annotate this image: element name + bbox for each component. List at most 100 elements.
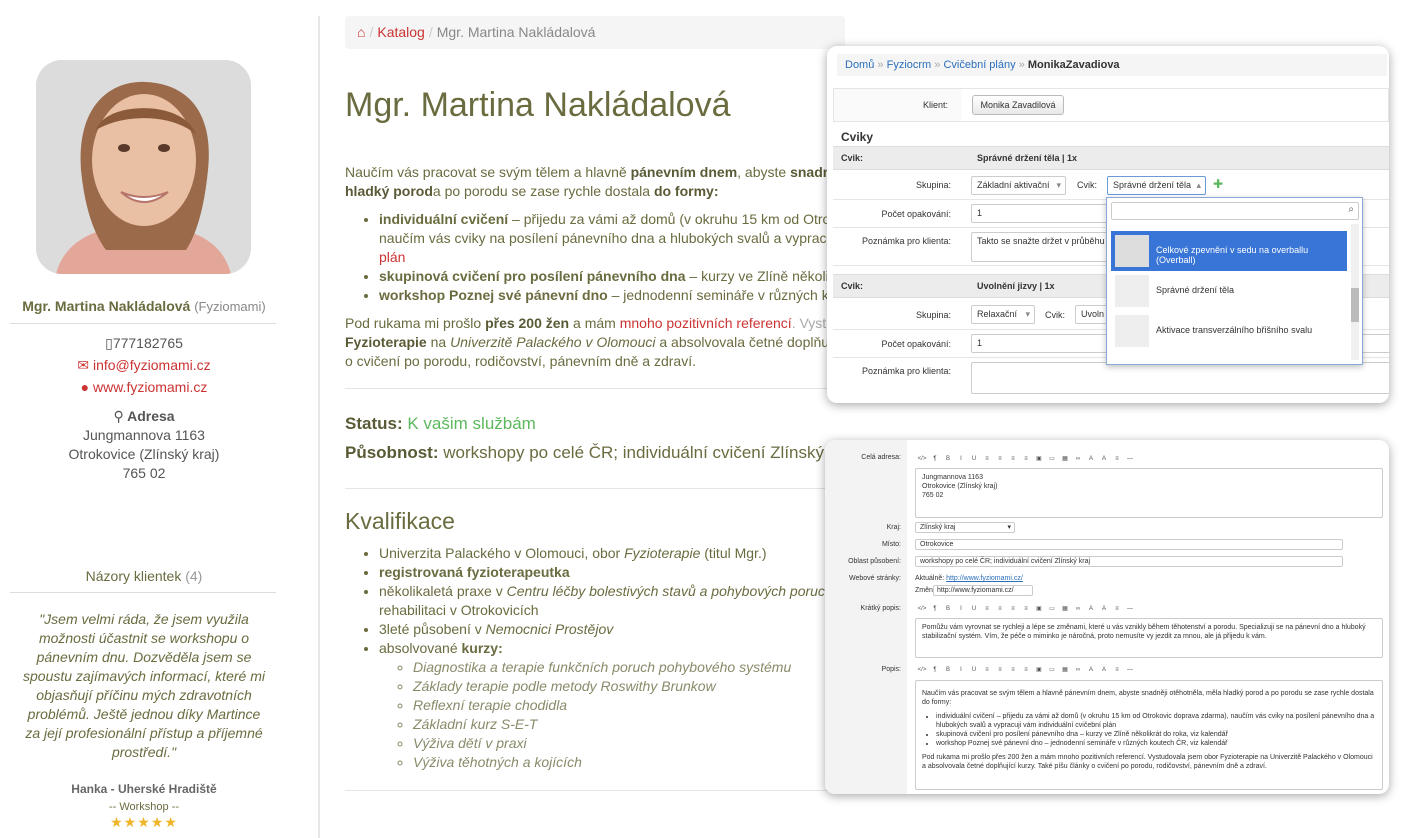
txt: individuální cvičení [379, 211, 509, 227]
profile-org: (Fyziomami) [194, 299, 266, 314]
dropdown-option[interactable]: Aktivace transverzálního břišního svalu [1111, 311, 1347, 351]
note-textarea[interactable]: Takto se snažte držet v průběhu c [971, 232, 1111, 262]
note-textarea-2[interactable] [971, 362, 1389, 394]
exercise-thumbnail [1115, 235, 1149, 267]
reps-input[interactable]: 1 [971, 204, 1111, 223]
group-label: Skupina: [915, 180, 951, 190]
cvik-label: Cvik: [1077, 180, 1097, 190]
txt: Centru léčby bolestivých stavů a pohybov… [506, 583, 833, 599]
option-label: Celkové zpevnění v sedu na overballu (Ov… [1156, 245, 1309, 265]
intro-line-1: Naučím vás pracovat se svým tělem a hlav… [345, 163, 865, 182]
service-list: individuální cvičení – přijedu za vámi a… [379, 210, 869, 305]
plan-link[interactable]: plán [379, 249, 405, 265]
group-select-2[interactable]: Relaxační ▾ [971, 305, 1035, 324]
dropdown-search-input[interactable]: ⌕ [1111, 202, 1359, 220]
web-cur-link[interactable]: http://www.fyziomami.cz/ [946, 575, 1023, 582]
popis-item: skupinová cvičení pro posílení pánevního… [936, 730, 1376, 739]
intro-line-5: o cvičení po porodu, rodičovství, pánevn… [345, 353, 696, 369]
crm-bc-fyziocrm[interactable]: Fyziocrm [887, 59, 932, 71]
popis-item: individuální cvičení – přijedu za vámi a… [936, 712, 1376, 730]
txt: Pod rukama mi prošlo [345, 315, 486, 331]
group-select[interactable]: Základní aktivační ▾ [971, 176, 1066, 195]
intro-line-2: hladký poroda po porodu se zase rychle d… [345, 182, 865, 201]
txt: přes 200 žen [485, 315, 570, 331]
map-marker-icon: ⚲ [113, 408, 124, 424]
crm-bc-home[interactable]: Domů [845, 59, 874, 71]
addr-line: 765 02 [922, 492, 944, 499]
phone: 777182765 [112, 335, 183, 351]
dropdown-scrollbar[interactable] [1351, 224, 1359, 360]
star-icon: ★ [137, 814, 151, 830]
exercise-thumbnail [1115, 315, 1149, 347]
popis-para: Pod rukama mi prošlo přes 200 žen a mám … [922, 754, 1373, 770]
txt: a po porodu se zase rychle dostala [432, 183, 654, 199]
txt: 3leté působení v [379, 621, 486, 637]
kraj-select[interactable]: Zlínský kraj ▾ [915, 522, 1015, 533]
editor-toolbar[interactable]: </> ¶ B I U ≡ ≡ ≡ ≡ ▣ ▭ ▦ ∞ A A ≡ — [917, 453, 1135, 465]
scope-row: Působnost: workshopy po celé ČR; individ… [345, 443, 824, 463]
dropdown-option[interactable]: Správné držení těla [1111, 271, 1347, 311]
list-item: 3leté působení v Nemocnici Prostějov [379, 620, 859, 639]
home-icon[interactable]: ⌂ [357, 24, 365, 40]
addr-editor[interactable]: Jungmannova 1163 Otrokovice (Zlínský kraj… [915, 468, 1383, 518]
kraj-label: Kraj: [886, 524, 901, 531]
search-icon: ⌕ [1348, 204, 1354, 215]
txt: Nemocnici Prostějov [485, 621, 614, 637]
star-icon: ★ [110, 814, 124, 830]
txt: Fyzioterapie [345, 334, 427, 350]
editor-toolbar[interactable]: </> ¶ B I U ≡ ≡ ≡ ≡ ▣ ▭ ▦ ∞ A A ≡ — [917, 664, 1135, 676]
short-editor[interactable]: Pomůžu vám vyrovnat se rychleji a lépe s… [915, 618, 1383, 658]
review-quote: "Jsem velmi ráda, že jsem využila možnos… [23, 611, 265, 760]
cvik-select[interactable]: Správné držení těla ▴ [1107, 176, 1206, 195]
list-item: Univerzita Palackého v Olomouci, obor Fy… [379, 544, 859, 563]
crm-bc-plans[interactable]: Cvičební plány [943, 59, 1015, 71]
obl-input[interactable]: workshopy po celé ČR; individuální cviče… [915, 556, 1343, 567]
web-row[interactable]: ● www.fyziomami.cz [10, 376, 278, 398]
exercise-dropdown[interactable]: ⌕ Celkové zpevnění v sedu na overballu (… [1106, 197, 1363, 365]
add-icon[interactable]: ✚ [1213, 177, 1223, 191]
client-label: Klient: [834, 89, 962, 121]
exercise-thumbnail [1115, 275, 1149, 307]
exercise1-header: Cvik: Správné držení těla | 1x [833, 146, 1389, 170]
chevron-down-icon: ▾ [1025, 309, 1030, 319]
txt: do formy: [653, 183, 719, 199]
address-label: Adresa [127, 408, 175, 424]
breadcrumb-catalog[interactable]: Katalog [377, 24, 424, 40]
page: Mgr. Martina Nakládalová (Fyziomami) ▯77… [0, 0, 1426, 838]
web-link[interactable]: www.fyziomami.cz [93, 379, 207, 395]
profile-name-text: Mgr. Martina Nakládalová [22, 298, 191, 314]
txt: Naučím vás pracovat se svým tělem a hlav… [345, 164, 631, 180]
client-button[interactable]: Monika Zavadilová [972, 95, 1064, 115]
reviews-heading: Názory klientek (4) [10, 565, 278, 587]
list-item: absolvované kurzy: Diagnostika a terapie… [379, 639, 859, 772]
popis-editor[interactable]: Naučím vás pracovat se svým tělem a hlav… [915, 680, 1383, 790]
txt: na [426, 334, 451, 350]
star-icon: ★ [164, 814, 178, 830]
status-row: Status: K vašim službám [345, 414, 536, 434]
email-row[interactable]: ✉ info@fyziomami.cz [10, 354, 278, 376]
misto-input[interactable]: Otrokovice [915, 539, 1343, 550]
crm-profile-edit-screenshot: Celá adresa: </> ¶ B I U ≡ ≡ ≡ ≡ ▣ ▭ ▦ ∞ A A ≡ — Jungman… [825, 440, 1389, 794]
group-value: Relaxační [977, 309, 1018, 319]
txt: Univerzitě Palackého v Olomouci [450, 334, 656, 350]
course-list: Diagnostika a terapie funkčních poruch p… [413, 658, 859, 772]
popis-item: workshop Poznej své pánevní dno – jednod… [936, 739, 1376, 748]
txt: – přijedu za vámi až domů (v okruhu 15 k… [508, 211, 838, 227]
intro-line-3: Pod rukama mi prošlo přes 200 žen a mám … [345, 314, 865, 333]
email-link[interactable]: info@fyziomami.cz [93, 357, 211, 373]
divider [10, 323, 276, 324]
crm-bc-current: MonikaZavadiova [1027, 59, 1120, 71]
obl-label: Oblast působení: [848, 558, 901, 565]
dropdown-option-selected[interactable]: Celkové zpevnění v sedu na overballu (Ov… [1111, 231, 1347, 271]
list-item: workshop Poznej své pánevní dno – jednod… [379, 286, 869, 305]
profile-photo [36, 60, 251, 274]
course-item: Reflexní terapie chodidla [413, 696, 859, 715]
web-current-row: Aktuálně: http://www.fyziomami.cz/ [915, 575, 1023, 582]
divider-vertical [318, 16, 320, 838]
editor-toolbar[interactable]: </> ¶ B I U ≡ ≡ ≡ ≡ ▣ ▭ ▦ ∞ A A ≡ — [917, 603, 1135, 615]
web-new-input[interactable]: http://www.fyziomami.cz/ [933, 585, 1033, 596]
label-column [825, 440, 907, 794]
group-value: Základní aktivační [977, 180, 1050, 190]
reviews-count: (4) [185, 568, 203, 584]
references-link[interactable]: mnoho pozitivních referencí [620, 315, 792, 331]
